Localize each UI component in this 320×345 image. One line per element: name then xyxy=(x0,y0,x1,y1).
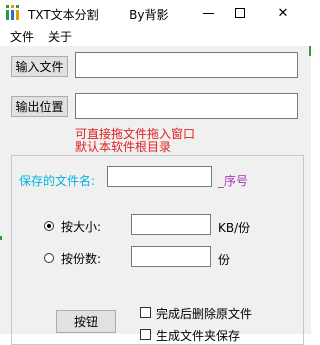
window-title: TXT文本分割 By背影 xyxy=(28,8,169,22)
size-unit-label: KB/份 xyxy=(218,221,251,235)
copies-unit-label: 份 xyxy=(218,253,231,267)
copies-field[interactable] xyxy=(131,246,211,267)
menu-about[interactable]: 关于 xyxy=(48,28,72,45)
maximize-button[interactable] xyxy=(220,0,260,26)
delete-original-label[interactable]: 完成后删除原文件 xyxy=(156,305,252,322)
input-file-button[interactable]: 输入文件 xyxy=(11,56,68,77)
save-filename-label: 保存的文件名: xyxy=(19,174,96,188)
run-button[interactable]: 按钮 xyxy=(56,310,116,333)
minimize-icon xyxy=(202,12,214,14)
split-by-size-label[interactable]: 按大小: xyxy=(61,218,101,235)
output-location-button[interactable]: 输出位置 xyxy=(11,96,68,117)
maximize-icon xyxy=(235,8,245,18)
close-icon: ✕ xyxy=(277,5,289,21)
input-file-field[interactable] xyxy=(75,52,298,78)
split-by-copies-radio[interactable] xyxy=(44,253,54,263)
close-button[interactable]: ✕ xyxy=(263,0,303,26)
save-filename-field[interactable] xyxy=(107,166,212,187)
edge-marker xyxy=(309,46,311,56)
make-folder-checkbox[interactable] xyxy=(140,329,151,340)
output-location-field[interactable] xyxy=(75,93,298,119)
app-icon xyxy=(5,4,21,21)
split-by-size-radio[interactable] xyxy=(44,221,54,231)
default-dir-hint: 默认本软件根目录 xyxy=(75,140,172,154)
delete-original-checkbox[interactable] xyxy=(140,307,151,318)
sequence-suffix-label: _序号 xyxy=(218,174,249,188)
menu-bar xyxy=(0,26,311,46)
edge-marker xyxy=(0,236,2,240)
size-field[interactable] xyxy=(131,214,211,235)
menu-file[interactable]: 文件 xyxy=(10,28,34,45)
split-by-copies-label[interactable]: 按份数: xyxy=(61,250,101,267)
make-folder-label[interactable]: 生成文件夹保存 xyxy=(156,327,240,344)
